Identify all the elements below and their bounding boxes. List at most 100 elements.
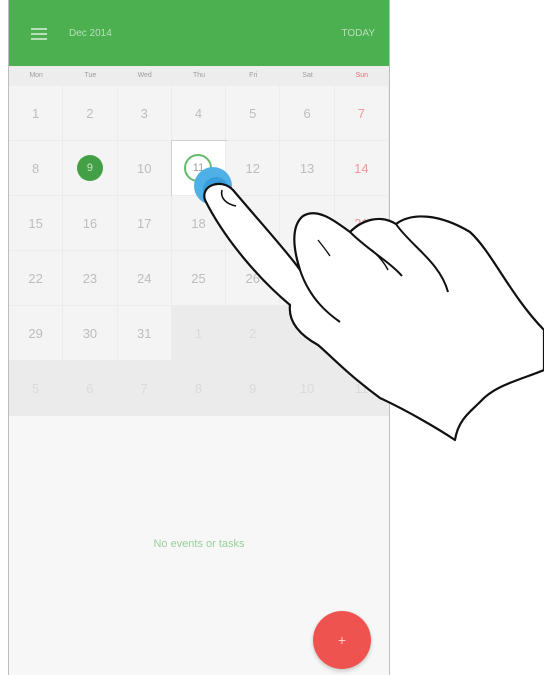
calendar-day-cell[interactable]: 5 [9, 361, 64, 416]
calendar-day-cell[interactable]: 21 [334, 196, 389, 251]
day-number: 31 [136, 325, 152, 341]
calendar-day-cell[interactable]: 4 [171, 86, 227, 141]
day-number: 7 [140, 380, 148, 396]
calendar-day-cell[interactable]: 3 [280, 306, 335, 361]
weekday-label: Thu [192, 72, 206, 79]
day-number: 8 [194, 380, 203, 396]
day-number: 29 [28, 325, 43, 341]
day-number: 13 [299, 160, 315, 176]
calendar-day-cell[interactable]: 10 [117, 141, 172, 196]
calendar-day-cell[interactable]: 31 [117, 306, 172, 361]
calendar-day-cell[interactable]: 22 [9, 251, 64, 306]
calendar-day-cell[interactable]: 18 [171, 196, 227, 251]
day-number: 4 [357, 325, 365, 341]
phone-screen: Dec 2014 TODAY Mon Tue Wed Thu Fri Sat S… [8, 0, 390, 675]
calendar-day-cell[interactable]: 15 [9, 196, 64, 251]
day-number: 10 [136, 160, 152, 176]
day-number: 3 [140, 105, 148, 121]
day-number: 14 [354, 160, 369, 176]
day-number: 21 [354, 215, 369, 231]
calendar-day-cell[interactable]: 9 [226, 361, 281, 416]
calendar-day-cell[interactable]: 12 [226, 141, 281, 196]
calendar-day-cell[interactable]: 7 [334, 86, 389, 141]
day-number: 17 [136, 215, 152, 231]
day-number: 4 [194, 105, 203, 121]
calendar-day-cell[interactable]: 23 [63, 251, 118, 306]
plus-icon: + [337, 632, 347, 648]
calendar-day-cell[interactable]: 29 [9, 306, 64, 361]
day-number: 25 [191, 270, 206, 286]
day-number: 11 [184, 154, 213, 182]
day-number: 19 [245, 215, 261, 231]
calendar-day-cell[interactable]: 11 [334, 361, 389, 416]
calendar-day-cell[interactable]: 19 [226, 196, 281, 251]
weekday-label: Mon [29, 72, 43, 79]
calendar-day-cell[interactable]: 2 [226, 306, 281, 361]
calendar-day-cell[interactable]: 25 [171, 251, 227, 306]
day-number: 23 [82, 270, 98, 286]
day-number: 7 [357, 105, 365, 121]
day-number: 24 [136, 270, 152, 286]
calendar-day-cell[interactable]: 6 [280, 86, 335, 141]
today-button[interactable]: TODAY [341, 28, 375, 39]
day-number: 9 [76, 155, 103, 181]
calendar-day-cell[interactable]: 8 [9, 141, 64, 196]
day-number: 9 [249, 380, 257, 396]
calendar-day-cell[interactable]: 13 [280, 141, 335, 196]
calendar-day-cell[interactable]: 3 [117, 86, 172, 141]
day-number: 2 [86, 105, 94, 121]
calendar-day-cell[interactable]: 16 [63, 196, 118, 251]
empty-events-message: No events or tasks [153, 538, 245, 550]
day-number: 6 [86, 380, 94, 396]
calendar-day-cell[interactable]: 30 [63, 306, 118, 361]
weekday-header: Mon Tue Wed Thu Fri Sat Sun [9, 66, 389, 86]
calendar-day-cell[interactable]: 5 [226, 86, 281, 141]
weekday-label: Sun [355, 72, 369, 79]
calendar-day-cell[interactable]: 1 [171, 306, 227, 361]
weekday-label: Tue [84, 72, 97, 79]
menu-icon[interactable] [31, 28, 47, 40]
day-number: 12 [245, 160, 261, 176]
calendar-day-cell[interactable]: 1 [9, 86, 64, 141]
day-number: 20 [299, 215, 315, 231]
calendar-day-cell[interactable]: 6 [63, 361, 118, 416]
day-number: 5 [249, 105, 257, 121]
app-bar: Dec 2014 TODAY [9, 0, 389, 66]
day-number: 10 [299, 380, 315, 396]
calendar-day-cell[interactable]: 9 [63, 141, 118, 196]
calendar-day-cell[interactable]: 28 [334, 251, 389, 306]
calendar-day-cell[interactable]: 11 [170, 140, 228, 197]
calendar-day-cell[interactable]: 7 [117, 361, 172, 416]
calendar-day-cell[interactable]: 20 [280, 196, 335, 251]
month-title[interactable]: Dec 2014 [69, 28, 112, 39]
calendar-day-cell[interactable]: 27 [280, 251, 335, 306]
calendar-day-cell[interactable]: 4 [334, 306, 389, 361]
calendar-day-cell[interactable]: 2 [63, 86, 118, 141]
day-number: 15 [28, 215, 43, 231]
day-number: 28 [354, 270, 369, 286]
day-number: 18 [191, 215, 206, 231]
calendar-day-cell[interactable]: 14 [334, 141, 389, 196]
day-number: 30 [82, 325, 98, 341]
day-number: 22 [28, 270, 43, 286]
calendar-day-cell[interactable]: 10 [280, 361, 335, 416]
events-panel: No events or tasks + [9, 416, 389, 675]
day-number: 5 [32, 380, 40, 396]
weekday-label: Fri [249, 72, 258, 79]
calendar-day-cell[interactable]: 24 [117, 251, 172, 306]
day-number: 11 [354, 380, 369, 396]
calendar-day-cell[interactable]: 8 [171, 361, 227, 416]
add-event-button[interactable]: + [313, 611, 371, 669]
day-number: 8 [32, 160, 40, 176]
weekday-label: Sat [302, 72, 313, 79]
day-number: 3 [303, 325, 311, 341]
calendar-day-cell[interactable]: 17 [117, 196, 172, 251]
calendar-grid: 1 2 3 4 5 6 7 8 9 10 11 12 13 14 15 16 17 18 19 20 21 22 23 24 2… [9, 86, 389, 416]
weekday-label: Wed [137, 72, 152, 79]
calendar-day-cell[interactable]: 26 [226, 251, 281, 306]
day-number: 1 [194, 325, 203, 341]
day-number: 6 [303, 105, 311, 121]
day-number: 1 [32, 105, 40, 121]
day-number: 2 [249, 325, 257, 341]
day-number: 27 [299, 270, 315, 286]
